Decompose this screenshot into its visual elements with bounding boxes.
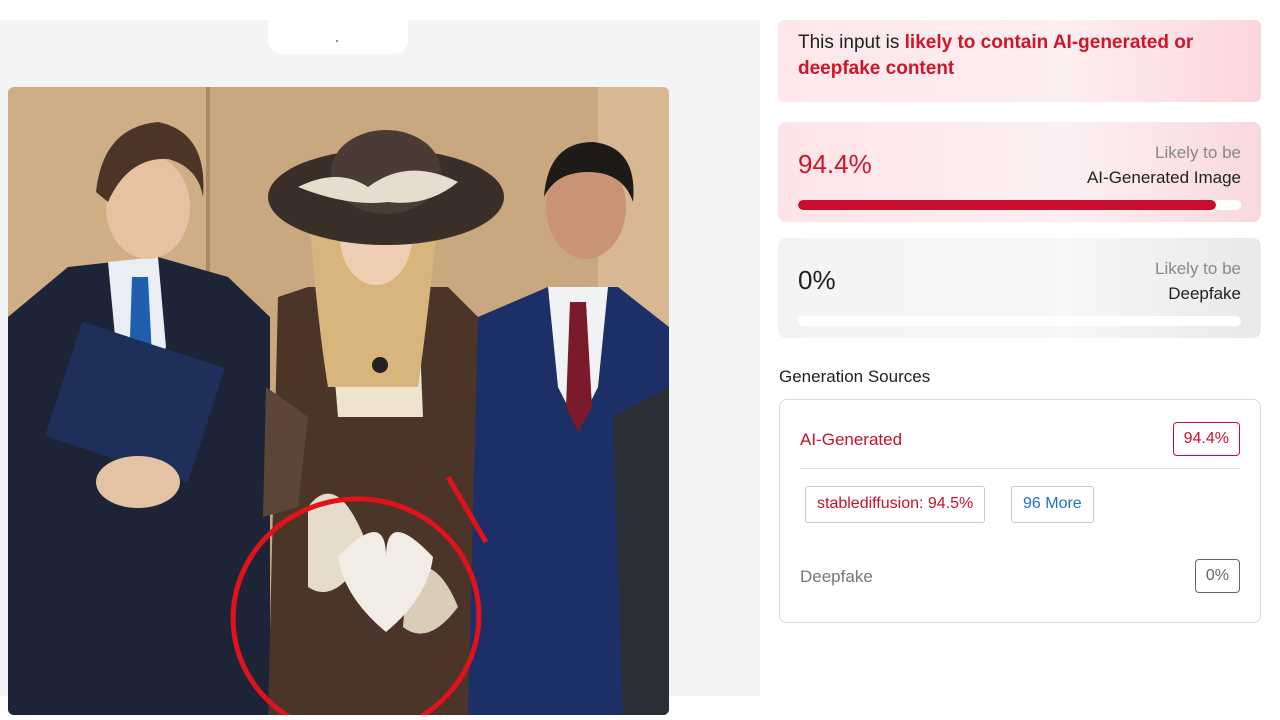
banner-prefix: This input is [798, 32, 905, 53]
uploaded-photo [8, 87, 669, 715]
image-preview-panel [0, 20, 760, 715]
ai-generated-progress-fill [798, 200, 1217, 210]
deepfake-percent: 0% [798, 265, 836, 295]
source-label-deepfake: Deepfake [800, 567, 873, 586]
result-banner: This input is likely to contain AI-gener… [778, 20, 1261, 102]
generation-sources-panel: AI-Generated 94.4% stablediffusion: 94.5… [779, 399, 1261, 623]
source-value-deepfake: 0% [1194, 559, 1240, 593]
ai-label-line2: AI-Generated Image [1086, 168, 1241, 187]
deepfake-progress-bar [798, 316, 1241, 326]
generation-sources-title: Generation Sources [779, 367, 931, 386]
source-row-ai-generated: AI-Generated 94.4% [800, 422, 1240, 460]
preview-tab[interactable] [268, 20, 408, 54]
sources-divider [800, 468, 1240, 469]
source-row-deepfake: Deepfake 0% [800, 559, 1240, 597]
ai-generated-score-card: 94.4% Likely to be AI-Generated Image [778, 122, 1261, 222]
deepfake-label-line1: Likely to be [1155, 259, 1241, 278]
model-chip-stablediffusion[interactable]: stablediffusion: 94.5% [805, 486, 986, 523]
deepfake-label-line2: Deepfake [1168, 284, 1241, 303]
ai-generated-progress-bar [798, 200, 1241, 210]
ai-generated-percent: 94.4% [798, 149, 872, 179]
source-label-ai-generated: AI-Generated [800, 430, 903, 449]
deepfake-label: Likely to be Deepfake [1155, 256, 1241, 306]
source-value-ai-generated: 94.4% [1172, 422, 1240, 456]
result-message: This input is likely to contain AI-gener… [798, 30, 1241, 82]
more-models-button[interactable]: 96 More [1011, 486, 1094, 523]
ai-generated-label: Likely to be AI-Generated Image [1087, 140, 1241, 190]
ai-label-line1: Likely to be [1155, 143, 1241, 162]
deepfake-score-card: 0% Likely to be Deepfake [778, 238, 1261, 338]
